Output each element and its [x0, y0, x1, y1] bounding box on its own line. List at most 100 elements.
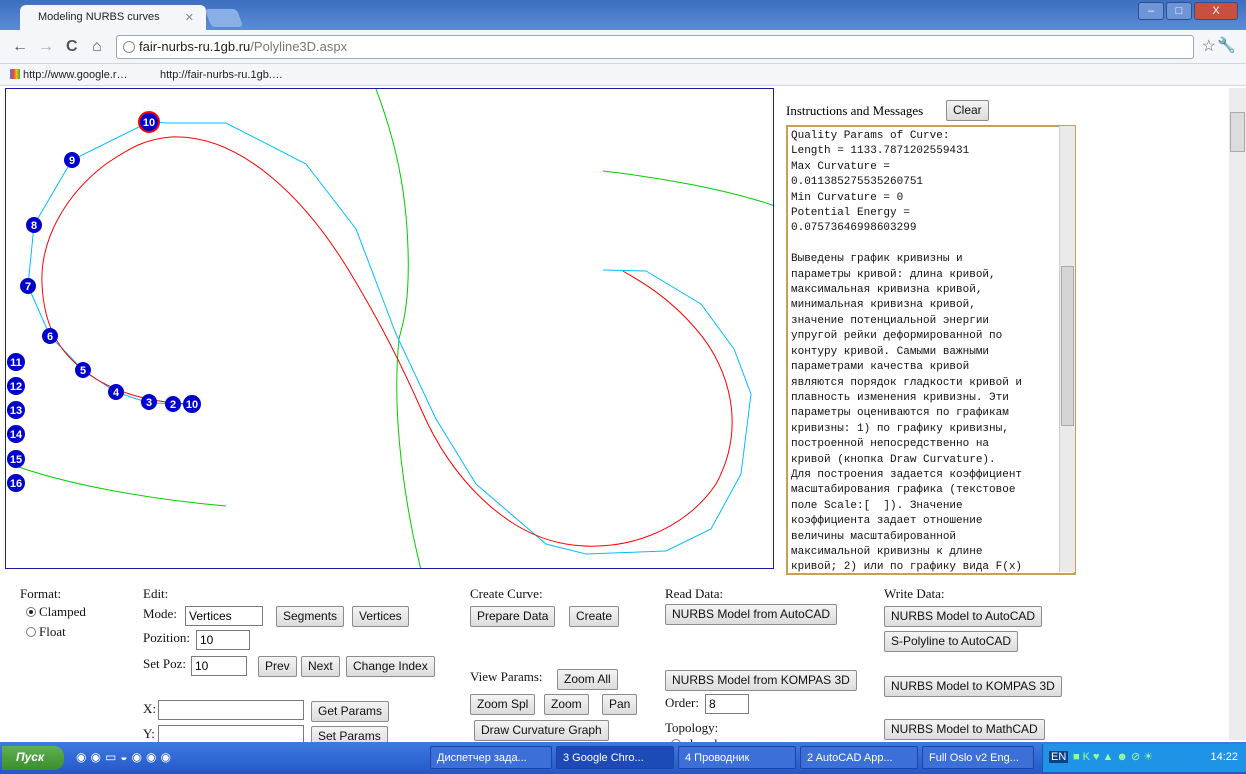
float-radio[interactable]	[26, 627, 36, 637]
vertices-button[interactable]: Vertices	[352, 606, 409, 627]
wrench-icon[interactable]: 🔧	[1217, 36, 1236, 54]
tray-icons: ■K♥▲☻⊘☀	[1073, 751, 1157, 763]
back-icon[interactable]: ←	[12, 38, 28, 56]
svg-text:8: 8	[31, 220, 37, 232]
page-scrollbar[interactable]	[1229, 88, 1246, 740]
svg-text:2: 2	[170, 399, 176, 411]
messages-textarea[interactable]: Quality Params of Curve: Length = 1133.7…	[786, 125, 1076, 575]
tab-title: Modeling NURBS curves	[38, 11, 160, 23]
vertex-markers: 10 9 8 7 6 5 4 3 2 10 11 12 13 14 15 16	[7, 111, 201, 492]
vertex-7: 7	[20, 278, 36, 294]
taskbar-chrome[interactable]: 3 Google Chro...	[556, 746, 674, 769]
curvature-graph-line	[15, 465, 227, 507]
curvature-graph-line	[602, 170, 773, 206]
svg-text:4: 4	[113, 387, 120, 399]
start-button[interactable]: Пуск	[2, 746, 64, 770]
prev-button[interactable]: Prev	[258, 656, 297, 677]
drawing-canvas[interactable]: 10 9 8 7 6 5 4 3 2 10 11 12 13 14 15 16	[5, 88, 774, 569]
svg-text:6: 6	[47, 331, 53, 343]
read-data-label: Read Data:	[665, 586, 724, 601]
address-bar[interactable]: fair-nurbs-ru.1gb.ru/Polyline3D.aspx	[116, 35, 1194, 59]
new-tab-button[interactable]	[204, 9, 244, 27]
taskbar-oslo[interactable]: Full Oslo v2 Eng...	[922, 746, 1034, 769]
order-label: Order:	[665, 695, 699, 710]
nurbs-from-autocad-button[interactable]: NURBS Model from AutoCAD	[665, 604, 838, 625]
url-host: fair-nurbs-ru.1gb.ru	[139, 39, 251, 54]
x-input[interactable]	[158, 700, 304, 720]
svg-text:10: 10	[143, 117, 155, 129]
forward-icon[interactable]: →	[38, 38, 54, 56]
vertex-13: 13	[7, 401, 25, 419]
instructions-label: Instructions and Messages	[786, 103, 924, 118]
vertex-11: 11	[7, 353, 25, 371]
format-clamped-option[interactable]: Clamped	[26, 604, 86, 620]
nurbs-from-kompas-button[interactable]: NURBS Model from KOMPAS 3D	[665, 670, 857, 691]
bookmark-star-icon[interactable]: ☆	[1202, 36, 1216, 56]
next-button[interactable]: Next	[301, 656, 340, 677]
bookmarks-bar: http://www.google.r… http://fair-nurbs-r…	[0, 64, 1246, 86]
set-position-input[interactable]	[191, 656, 247, 676]
page-scrollbar-thumb[interactable]	[1230, 112, 1245, 152]
prepare-data-button[interactable]: Prepare Data	[470, 606, 556, 627]
browser-tab[interactable]: Modeling NURBS curves ✕	[20, 5, 206, 30]
zoom-spline-button[interactable]: Zoom Spl	[470, 694, 536, 715]
order-input[interactable]	[705, 694, 749, 714]
home-icon[interactable]: ⌂	[92, 38, 102, 56]
get-params-button[interactable]: Get Params	[311, 701, 390, 722]
vertex-12: 12	[7, 377, 25, 395]
nurbs-to-mathcad-button[interactable]: NURBS Model to MathCAD	[884, 719, 1045, 740]
svg-text:10: 10	[186, 399, 198, 411]
zoom-all-button[interactable]: Zoom All	[557, 669, 618, 690]
bookmark-google[interactable]: http://www.google.r…	[10, 69, 128, 81]
spolyline-to-autocad-button[interactable]: S-Polyline to AutoCAD	[884, 631, 1019, 652]
taskbar-explorer[interactable]: 4 Проводник	[678, 746, 796, 769]
svg-text:15: 15	[10, 454, 22, 466]
mode-input[interactable]	[185, 606, 263, 626]
quicklaunch-icons: ◉◉▭◒◉◉◉	[76, 750, 175, 764]
clamped-radio[interactable]	[26, 607, 36, 617]
draw-curvature-graph-button[interactable]: Draw Curvature Graph	[474, 720, 609, 741]
svg-text:5: 5	[80, 365, 86, 377]
svg-text:16: 16	[10, 478, 22, 490]
format-float-option[interactable]: Float	[26, 624, 66, 640]
vertex-15: 15	[7, 450, 25, 468]
edit-label: Edit:	[143, 586, 169, 601]
browser-toolbar: ← → C ⌂ fair-nurbs-ru.1gb.ru/Polyline3D.…	[0, 30, 1246, 64]
close-window-button[interactable]: X	[1194, 2, 1238, 20]
vertex-2: 2	[165, 396, 181, 412]
nurbs-to-autocad-button[interactable]: NURBS Model to AutoCAD	[884, 606, 1043, 627]
x-label: X:	[143, 701, 156, 716]
messages-scrollbar-thumb[interactable]	[1061, 266, 1074, 426]
vertex-10-selected: 10	[138, 111, 160, 133]
reload-icon[interactable]: C	[66, 38, 78, 56]
change-index-button[interactable]: Change Index	[346, 656, 435, 677]
mode-label: Mode:	[143, 606, 177, 621]
clear-button[interactable]: Clear	[946, 100, 989, 121]
maximize-button[interactable]: □	[1166, 2, 1192, 20]
create-button[interactable]: Create	[569, 606, 620, 627]
taskbar-task-manager[interactable]: Диспетчер зада...	[430, 746, 552, 769]
svg-text:3: 3	[146, 397, 152, 409]
minimize-button[interactable]: –	[1138, 2, 1164, 20]
taskbar-autocad[interactable]: 2 AutoCAD App...	[800, 746, 918, 769]
nurbs-to-kompas-button[interactable]: NURBS Model to KOMPAS 3D	[884, 676, 1062, 697]
messages-scrollbar[interactable]	[1059, 126, 1075, 572]
svg-text:9: 9	[69, 155, 75, 167]
svg-text:13: 13	[10, 405, 22, 417]
taskbar: Пуск ◉◉▭◒◉◉◉ Диспетчер зада... 3 Google …	[0, 742, 1246, 774]
position-input[interactable]	[196, 630, 250, 650]
bookmark-fair-nurbs[interactable]: http://fair-nurbs-ru.1gb.…	[160, 69, 283, 81]
zoom-button[interactable]: Zoom	[544, 694, 589, 715]
create-curve-label: Create Curve:	[470, 586, 543, 601]
pan-button[interactable]: Pan	[602, 694, 638, 715]
format-label: Format:	[20, 586, 62, 601]
segments-button[interactable]: Segments	[276, 606, 345, 627]
tab-close-icon[interactable]: ✕	[185, 11, 194, 24]
globe-icon	[123, 41, 135, 53]
topology-label: Topology:	[665, 720, 719, 735]
position-label: Pozition:	[143, 630, 190, 645]
vertex-9: 9	[64, 152, 80, 168]
language-indicator[interactable]: EN	[1049, 751, 1069, 763]
write-data-label: Write Data:	[884, 586, 945, 601]
svg-text:7: 7	[25, 281, 31, 293]
